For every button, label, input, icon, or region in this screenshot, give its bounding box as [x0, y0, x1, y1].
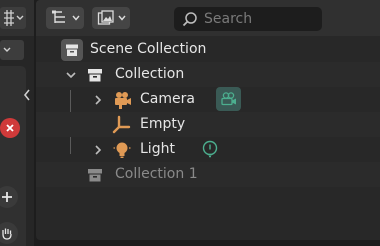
- outliner-hierarchy-icon: [52, 10, 65, 23]
- chevron-down-icon: [72, 15, 80, 21]
- chevron-down-icon: [3, 47, 11, 52]
- light-data-icon[interactable]: [200, 139, 220, 159]
- collection-icon: [86, 66, 104, 84]
- collapse-arrow-icon[interactable]: [20, 86, 34, 104]
- chevron-down-icon: [118, 15, 126, 21]
- empty-label: Empty: [140, 116, 186, 132]
- viewport-area[interactable]: [0, 0, 34, 246]
- tree-row-collection[interactable]: Collection: [36, 62, 380, 87]
- outliner-panel: Search Scene Collection Collection Camer…: [36, 0, 380, 240]
- camera-data-icon[interactable]: [216, 87, 241, 111]
- plus-icon: [2, 192, 12, 202]
- viewport-mode-button[interactable]: [0, 40, 24, 60]
- x-icon: [6, 124, 14, 132]
- light-object-icon: [111, 139, 133, 161]
- chevron-right-icon[interactable]: [91, 143, 105, 157]
- camera-object-icon: [111, 89, 133, 111]
- search-input[interactable]: Search: [174, 7, 322, 31]
- light-label: Light: [140, 141, 175, 157]
- blender-window: Search Scene Collection Collection Camer…: [0, 0, 380, 246]
- delete-button[interactable]: [0, 118, 20, 138]
- empty-object-icon: [111, 114, 133, 136]
- display-mode-button[interactable]: [46, 7, 84, 29]
- filter-button[interactable]: [92, 7, 130, 29]
- grid-icon: [4, 10, 24, 26]
- search-placeholder: Search: [204, 11, 253, 27]
- tree-row-collection-1[interactable]: Collection 1: [36, 162, 380, 187]
- collection-1-label: Collection 1: [115, 166, 198, 182]
- filter-icon: [97, 10, 114, 25]
- tree-row-empty[interactable]: Empty: [36, 112, 380, 137]
- tree-row-light[interactable]: Light: [36, 137, 380, 162]
- outliner-header: Search: [36, 0, 380, 36]
- chevron-down-icon[interactable]: [64, 68, 78, 82]
- scene-collection-label: Scene Collection: [90, 41, 207, 57]
- transform-orientation-button[interactable]: [0, 7, 26, 29]
- area-divider[interactable]: [36, 240, 380, 246]
- tree-row-scene-collection[interactable]: Scene Collection: [36, 37, 380, 62]
- collection-icon: [86, 166, 104, 184]
- search-icon: [182, 12, 197, 27]
- chevron-right-icon[interactable]: [91, 93, 105, 107]
- collection-icon: [61, 39, 83, 61]
- hand-icon: [2, 228, 12, 240]
- camera-label: Camera: [140, 91, 195, 107]
- tree-row-camera[interactable]: Camera: [36, 87, 380, 112]
- collection-label: Collection: [115, 66, 185, 82]
